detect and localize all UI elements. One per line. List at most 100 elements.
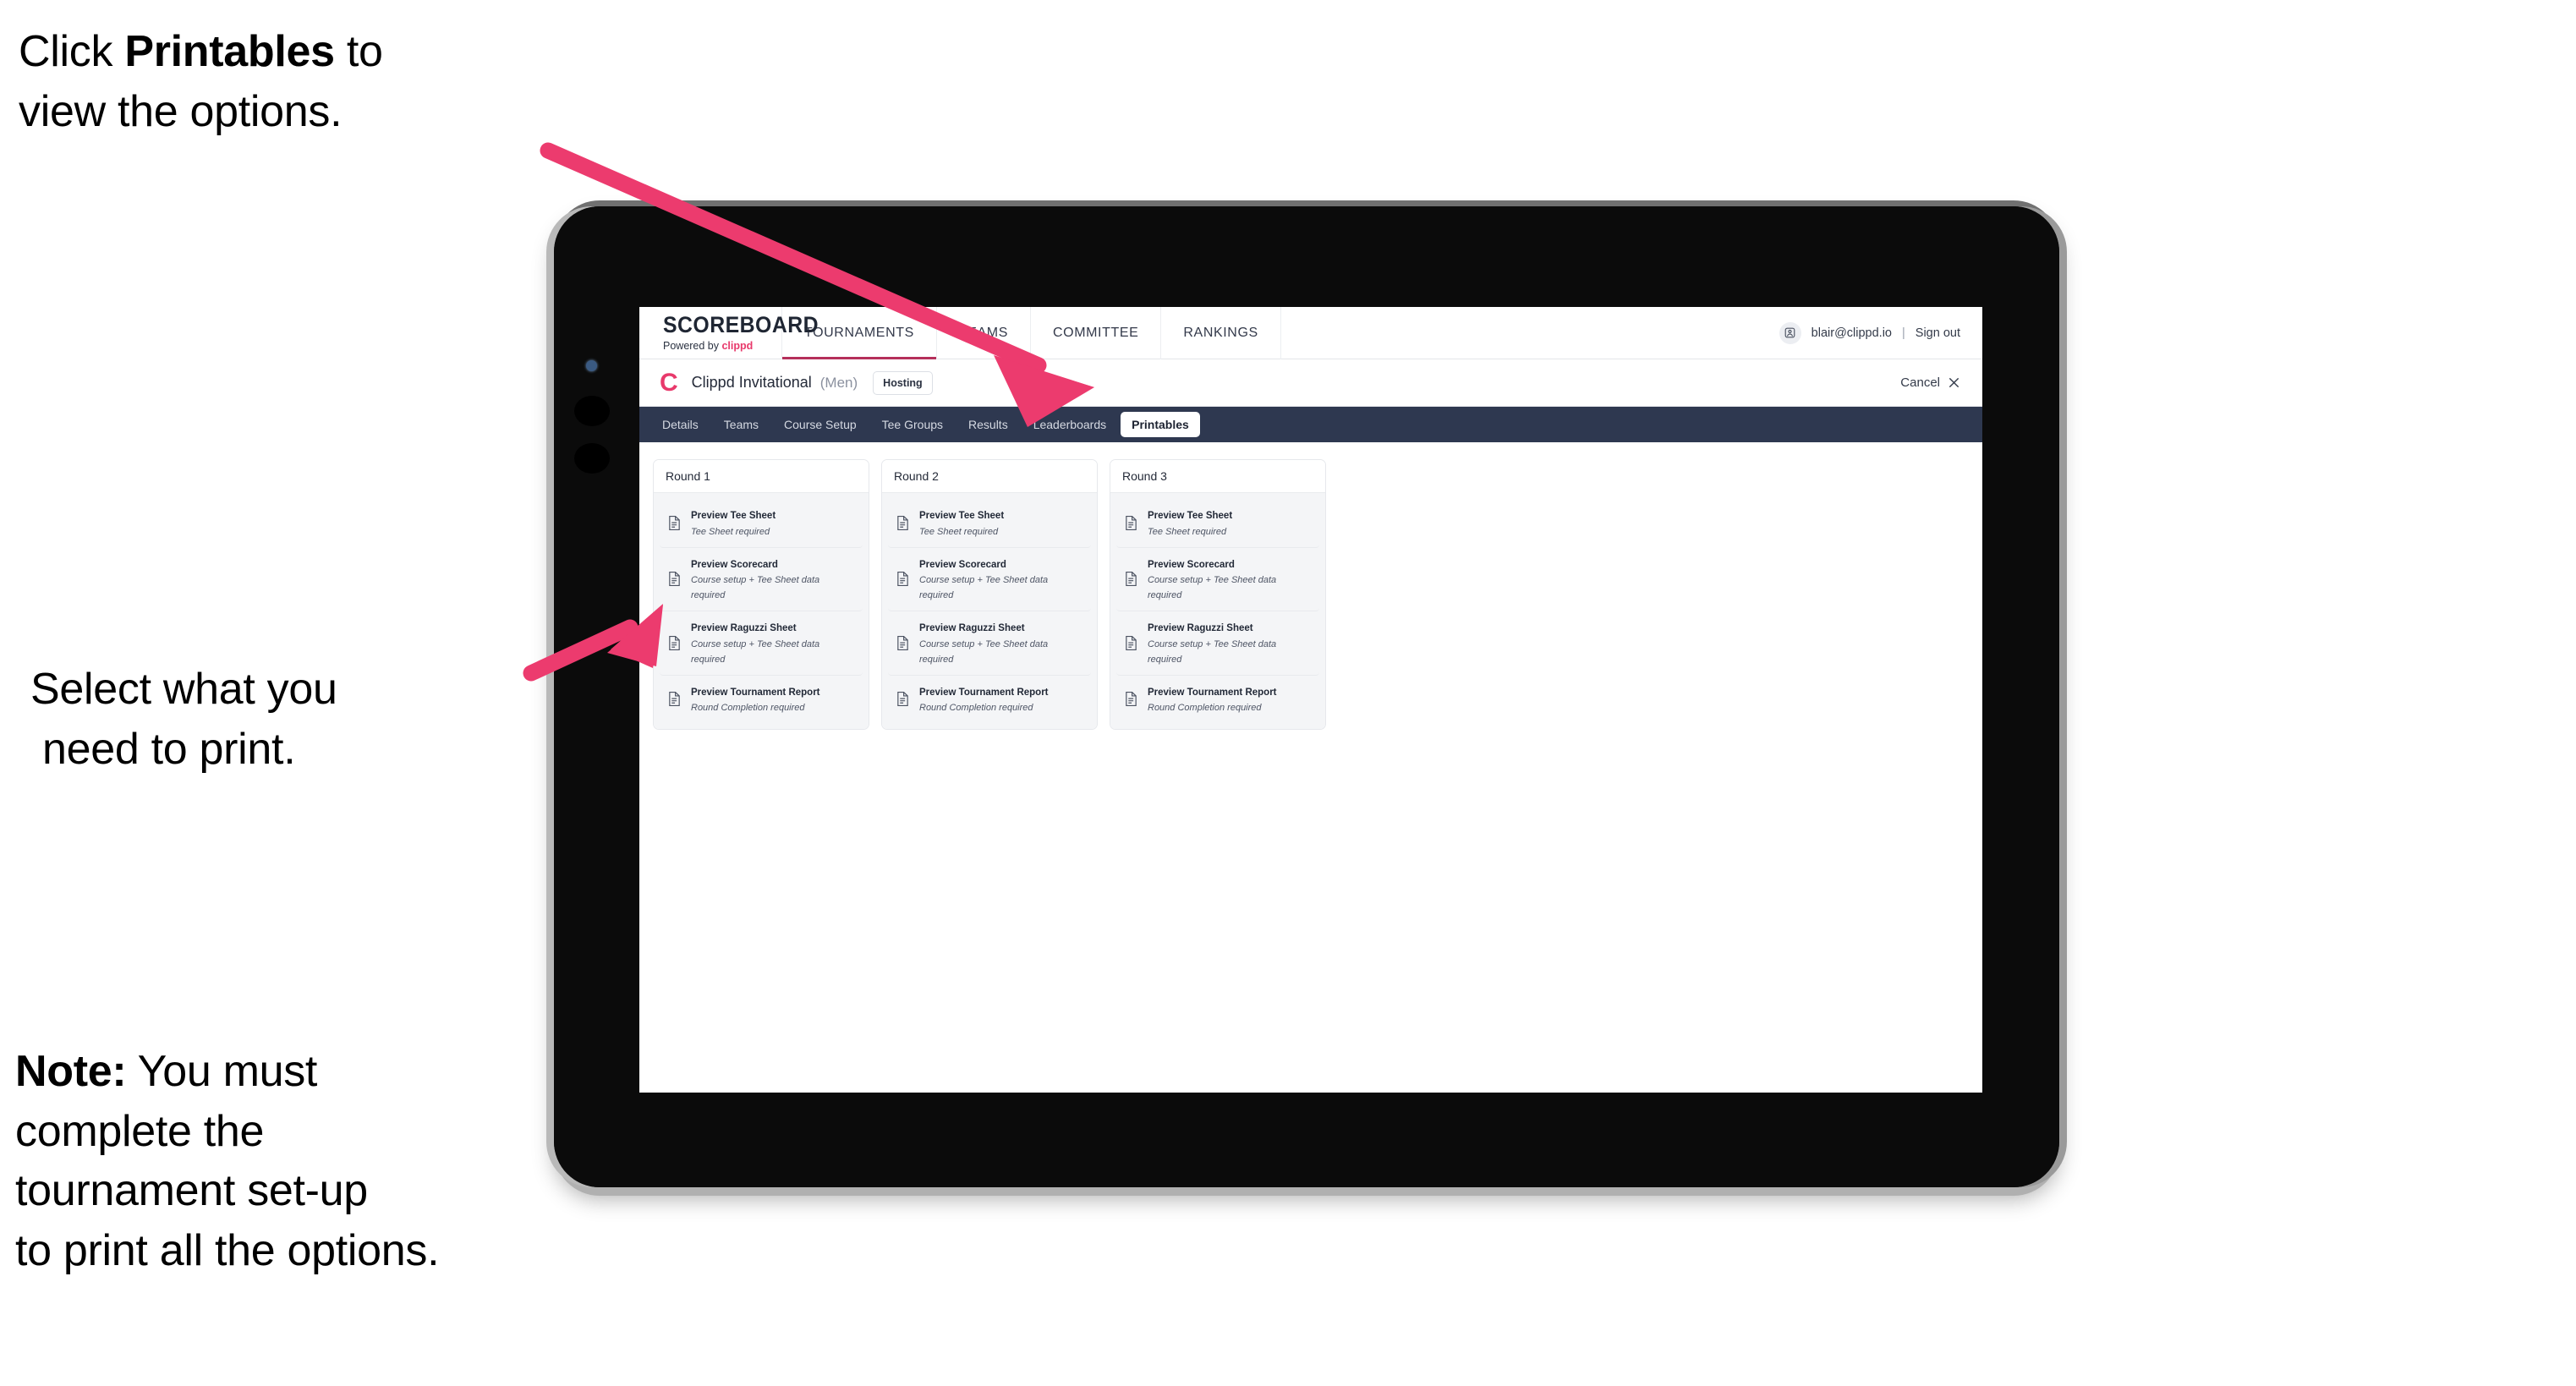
printable-title: Preview Scorecard bbox=[1148, 559, 1235, 570]
round-items: Preview Tee Sheet Tee Sheet required Pre… bbox=[654, 493, 869, 730]
callout-select-print: Select what you need to print. bbox=[30, 660, 538, 779]
round-items: Preview Tee Sheet Tee Sheet required Pre… bbox=[882, 493, 1097, 730]
printable-subtitle: Tee Sheet required bbox=[691, 526, 770, 537]
printable-title: Preview Raguzzi Sheet bbox=[919, 623, 1025, 634]
printable-subtitle: Course setup + Tee Sheet data required bbox=[691, 575, 820, 601]
account-area: blair@clippd.io | Sign out bbox=[1779, 307, 1982, 359]
device-button-volume-up[interactable] bbox=[574, 396, 610, 426]
printable-item-scorecard[interactable]: Preview Scorecard Course setup + Tee She… bbox=[888, 547, 1091, 612]
tournament-gender: (Men) bbox=[819, 374, 858, 391]
printable-subtitle: Course setup + Tee Sheet data required bbox=[1148, 575, 1277, 601]
cancel-label: Cancel bbox=[1900, 375, 1940, 390]
document-icon bbox=[667, 635, 682, 651]
round-column: Round 3 Preview Tee Sheet Tee Sheet requ… bbox=[1110, 459, 1326, 731]
document-icon bbox=[896, 571, 910, 587]
round-items: Preview Tee Sheet Tee Sheet required Pre… bbox=[1110, 493, 1325, 730]
note-line3: tournament set-up bbox=[15, 1166, 368, 1216]
nav-item-rankings[interactable]: RANKINGS bbox=[1161, 307, 1281, 359]
printable-subtitle: Course setup + Tee Sheet data required bbox=[919, 575, 1049, 601]
printable-item-tee-sheet[interactable]: Preview Tee Sheet Tee Sheet required bbox=[660, 499, 863, 548]
tournament-subheader: C Clippd Invitational (Men) Hosting Canc… bbox=[639, 359, 1982, 407]
note-line4: to print all the options. bbox=[15, 1226, 440, 1276]
sign-out-link[interactable]: Sign out bbox=[1916, 326, 1960, 340]
tab-teams[interactable]: Teams bbox=[713, 412, 770, 437]
printable-subtitle: Course setup + Tee Sheet data required bbox=[691, 638, 820, 665]
document-icon bbox=[667, 571, 682, 587]
printable-title: Preview Raguzzi Sheet bbox=[1148, 623, 1253, 634]
tab-leaderboards[interactable]: Leaderboards bbox=[1022, 412, 1117, 437]
global-header: SCOREBOARD Powered by clippd TOURNAMENTS… bbox=[639, 307, 1982, 359]
tablet-device: SCOREBOARD Powered by clippd TOURNAMENTS… bbox=[554, 206, 2059, 1187]
brand-wordmark: SCOREBOARD bbox=[663, 312, 819, 337]
tab-tee-groups[interactable]: Tee Groups bbox=[871, 412, 954, 437]
round-column: Round 2 Preview Tee Sheet Tee Sheet requ… bbox=[881, 459, 1098, 731]
printable-item-scorecard[interactable]: Preview Scorecard Course setup + Tee She… bbox=[1116, 547, 1319, 612]
note-line1-rest: You must bbox=[126, 1047, 318, 1096]
document-icon bbox=[667, 515, 682, 531]
printable-item-raguzzi-sheet[interactable]: Preview Raguzzi Sheet Course setup + Tee… bbox=[888, 611, 1091, 676]
screenshot-root: Click Printables to view the options. Se… bbox=[0, 0, 2576, 1386]
camera-icon bbox=[586, 360, 597, 371]
nav-item-committee[interactable]: COMMITTEE bbox=[1031, 307, 1162, 359]
printable-title: Preview Scorecard bbox=[691, 559, 778, 570]
callout-top-pre: Click bbox=[19, 27, 125, 76]
callout-click-printables: Click Printables to view the options. bbox=[19, 22, 560, 141]
document-icon bbox=[1124, 571, 1138, 587]
printable-title: Preview Raguzzi Sheet bbox=[691, 623, 797, 634]
tab-printables[interactable]: Printables bbox=[1121, 412, 1200, 437]
printables-content: Round 1 Preview Tee Sheet Tee Sheet requ… bbox=[639, 442, 1982, 748]
close-icon bbox=[1948, 377, 1959, 388]
printable-subtitle: Course setup + Tee Sheet data required bbox=[1148, 638, 1277, 665]
tournament-tabs: Details Teams Course Setup Tee Groups Re… bbox=[639, 407, 1982, 442]
printable-title: Preview Tee Sheet bbox=[919, 511, 1005, 521]
printable-subtitle: Tee Sheet required bbox=[919, 526, 999, 537]
printable-item-tournament-report[interactable]: Preview Tournament Report Round Completi… bbox=[888, 675, 1091, 724]
powered-brand: clippd bbox=[721, 340, 754, 352]
document-icon bbox=[896, 515, 910, 531]
note-line2: complete the bbox=[15, 1106, 265, 1156]
printable-subtitle: Round Completion required bbox=[1148, 703, 1262, 714]
cancel-button[interactable]: Cancel bbox=[1900, 375, 1960, 390]
printable-item-raguzzi-sheet[interactable]: Preview Raguzzi Sheet Course setup + Tee… bbox=[1116, 611, 1319, 676]
printable-item-raguzzi-sheet[interactable]: Preview Raguzzi Sheet Course setup + Tee… bbox=[660, 611, 863, 676]
tablet-bezel: SCOREBOARD Powered by clippd TOURNAMENTS… bbox=[554, 206, 2059, 1187]
document-icon bbox=[1124, 515, 1138, 531]
printable-subtitle: Round Completion required bbox=[691, 703, 805, 714]
printable-title: Preview Tee Sheet bbox=[1148, 511, 1233, 521]
scoreboard-logo[interactable]: SCOREBOARD Powered by clippd bbox=[639, 307, 819, 359]
document-icon bbox=[1124, 635, 1138, 651]
round-title: Round 3 bbox=[1110, 460, 1325, 493]
printable-item-tournament-report[interactable]: Preview Tournament Report Round Completi… bbox=[660, 675, 863, 724]
app-screen: SCOREBOARD Powered by clippd TOURNAMENTS… bbox=[639, 307, 1982, 1093]
tournament-title: Clippd Invitational bbox=[691, 374, 812, 391]
printable-title: Preview Scorecard bbox=[919, 559, 1006, 570]
printable-item-tournament-report[interactable]: Preview Tournament Report Round Completi… bbox=[1116, 675, 1319, 724]
clippd-c-logo-icon: C bbox=[660, 368, 678, 397]
tab-results[interactable]: Results bbox=[957, 412, 1019, 437]
printable-item-tee-sheet[interactable]: Preview Tee Sheet Tee Sheet required bbox=[888, 499, 1091, 548]
device-button-volume-down[interactable] bbox=[574, 443, 610, 474]
callout-mid-line2: need to print. bbox=[42, 724, 296, 774]
powered-prefix: Powered by bbox=[663, 340, 722, 352]
printable-title: Preview Tournament Report bbox=[919, 687, 1049, 698]
account-email: blair@clippd.io bbox=[1811, 326, 1892, 340]
printable-title: Preview Tournament Report bbox=[691, 687, 820, 698]
printable-item-scorecard[interactable]: Preview Scorecard Course setup + Tee She… bbox=[660, 547, 863, 612]
tab-course-setup[interactable]: Course Setup bbox=[773, 412, 868, 437]
callout-top-line2: view the options. bbox=[19, 86, 343, 136]
brand-powered-by: Powered by clippd bbox=[663, 340, 781, 352]
printable-subtitle: Tee Sheet required bbox=[1148, 526, 1227, 537]
user-avatar-icon[interactable] bbox=[1779, 321, 1801, 344]
account-separator: | bbox=[1902, 326, 1905, 340]
round-column: Round 1 Preview Tee Sheet Tee Sheet requ… bbox=[653, 459, 869, 731]
printable-title: Preview Tournament Report bbox=[1148, 687, 1277, 698]
printable-item-tee-sheet[interactable]: Preview Tee Sheet Tee Sheet required bbox=[1116, 499, 1319, 548]
printable-title: Preview Tee Sheet bbox=[691, 511, 776, 521]
document-icon bbox=[667, 691, 682, 707]
nav-item-teams[interactable]: TEAMS bbox=[937, 307, 1031, 359]
hosting-badge: Hosting bbox=[873, 370, 933, 395]
global-nav: TOURNAMENTS TEAMS COMMITTEE RANKINGS bbox=[781, 307, 1281, 359]
round-title: Round 1 bbox=[654, 460, 869, 493]
callout-top-post: to bbox=[334, 27, 383, 76]
tab-details[interactable]: Details bbox=[651, 412, 710, 437]
